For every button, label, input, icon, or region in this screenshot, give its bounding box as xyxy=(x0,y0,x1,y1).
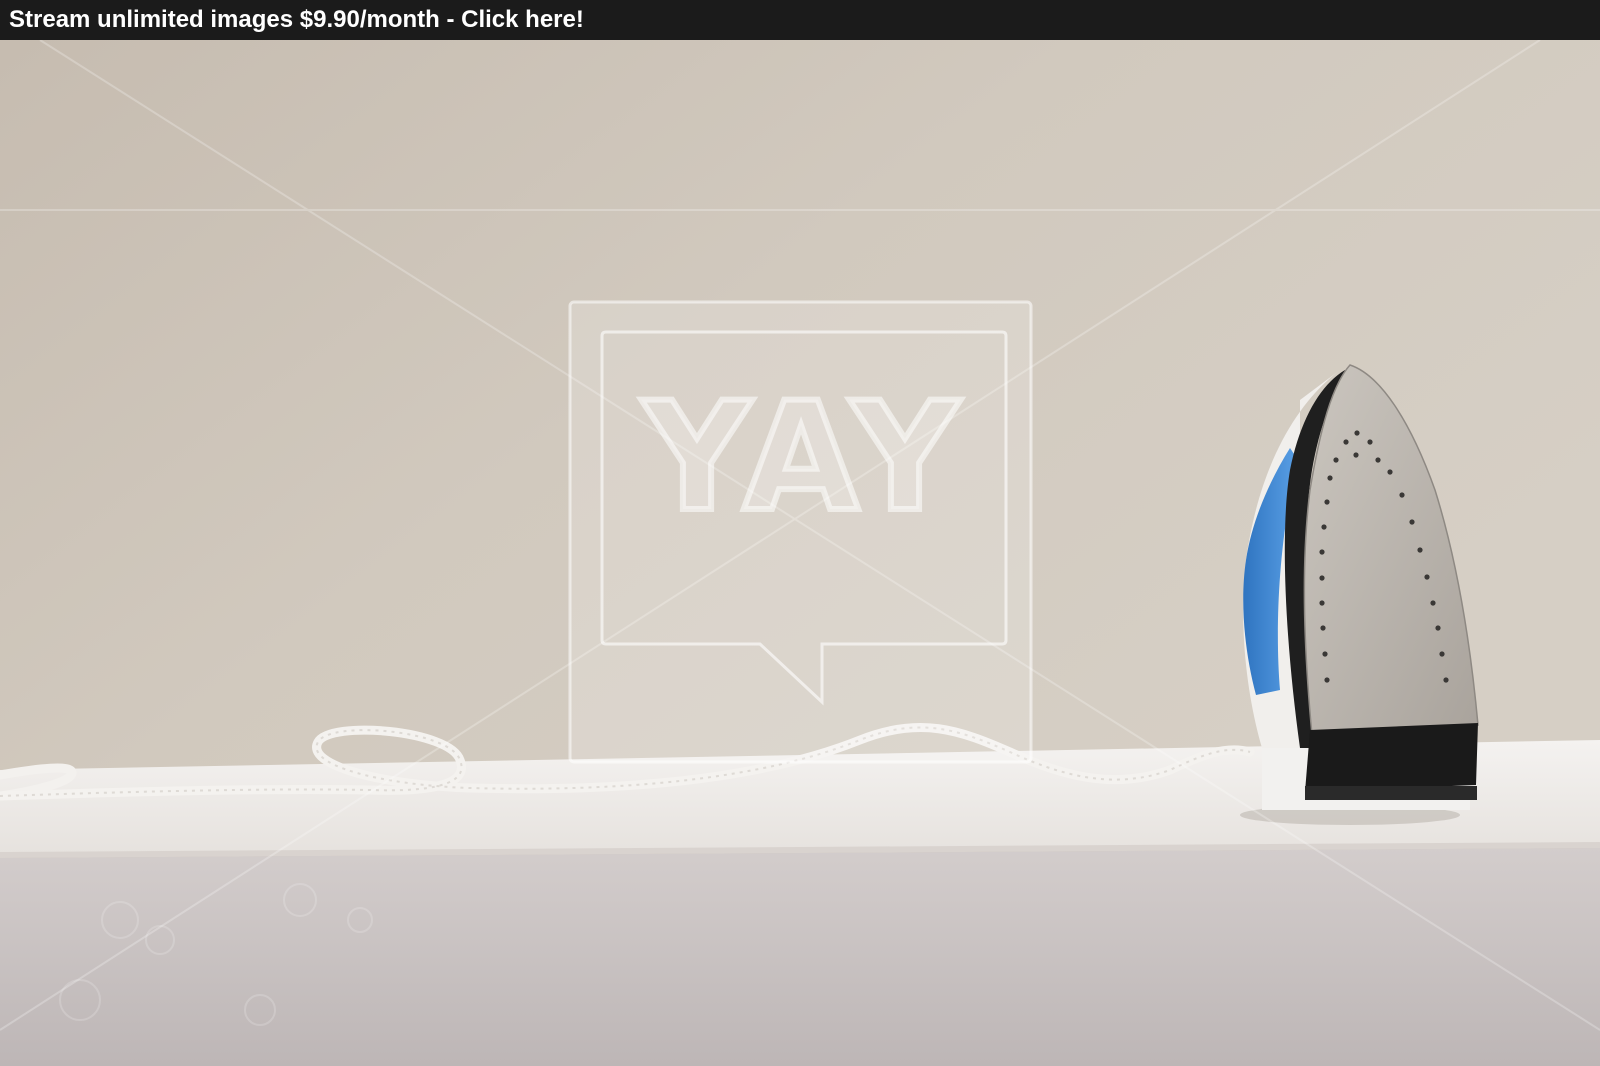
watermark-yay-text: YAY xyxy=(640,368,966,548)
ironing-board-cover xyxy=(0,848,1600,1066)
page: Stream unlimited images $9.90/month - Cl… xyxy=(0,0,1600,1066)
stock-photo: YAY xyxy=(0,40,1600,1066)
iron-black-heel xyxy=(1305,723,1478,792)
iron-heel-rest xyxy=(1305,786,1477,800)
promo-banner-link[interactable]: Stream unlimited images $9.90/month - Cl… xyxy=(0,0,1600,40)
